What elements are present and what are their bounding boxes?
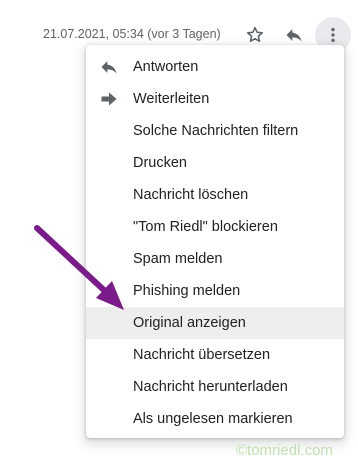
menu-item-label: Nachricht löschen bbox=[133, 187, 249, 203]
menu-item-label: Phishing melden bbox=[133, 283, 241, 299]
menu-item-label: Drucken bbox=[133, 155, 187, 171]
menu-item-print[interactable]: Drucken bbox=[86, 147, 344, 179]
menu-item-label: Antworten bbox=[133, 59, 199, 75]
menu-item-block-sender[interactable]: "Tom Riedl" blockieren bbox=[86, 211, 344, 243]
message-options-menu: Antworten Weiterleiten Solche Nachrichte… bbox=[86, 45, 344, 438]
menu-item-label: Spam melden bbox=[133, 251, 223, 267]
watermark: ©tomriedl.com bbox=[236, 442, 333, 459]
menu-item-report-phishing[interactable]: Phishing melden bbox=[86, 275, 344, 307]
reply-icon bbox=[286, 29, 302, 42]
menu-item-filter[interactable]: Solche Nachrichten filtern bbox=[86, 115, 344, 147]
menu-item-download[interactable]: Nachricht herunterladen bbox=[86, 371, 344, 403]
menu-item-label: "Tom Riedl" blockieren bbox=[133, 219, 278, 235]
menu-item-reply[interactable]: Antworten bbox=[86, 51, 344, 83]
menu-item-label: Weiterleiten bbox=[133, 91, 210, 107]
menu-item-show-original[interactable]: Original anzeigen bbox=[86, 307, 344, 339]
menu-item-delete[interactable]: Nachricht löschen bbox=[86, 179, 344, 211]
menu-item-label: Solche Nachrichten filtern bbox=[133, 123, 299, 139]
menu-item-report-spam[interactable]: Spam melden bbox=[86, 243, 344, 275]
menu-item-label: Nachricht herunterladen bbox=[133, 379, 288, 395]
forward-icon bbox=[99, 89, 119, 109]
more-vertical-icon bbox=[331, 27, 335, 43]
menu-item-mark-unread[interactable]: Als ungelesen markieren bbox=[86, 403, 344, 435]
reply-icon bbox=[99, 57, 119, 77]
star-outline-icon bbox=[246, 26, 264, 43]
menu-item-label: Als ungelesen markieren bbox=[133, 411, 293, 427]
menu-item-translate[interactable]: Nachricht übersetzen bbox=[86, 339, 344, 371]
menu-item-label: Nachricht übersetzen bbox=[133, 347, 271, 363]
message-timestamp: 21.07.2021, 05:34 (vor 3 Tagen) bbox=[43, 27, 221, 41]
menu-item-label: Original anzeigen bbox=[133, 315, 246, 331]
menu-item-forward[interactable]: Weiterleiten bbox=[86, 83, 344, 115]
